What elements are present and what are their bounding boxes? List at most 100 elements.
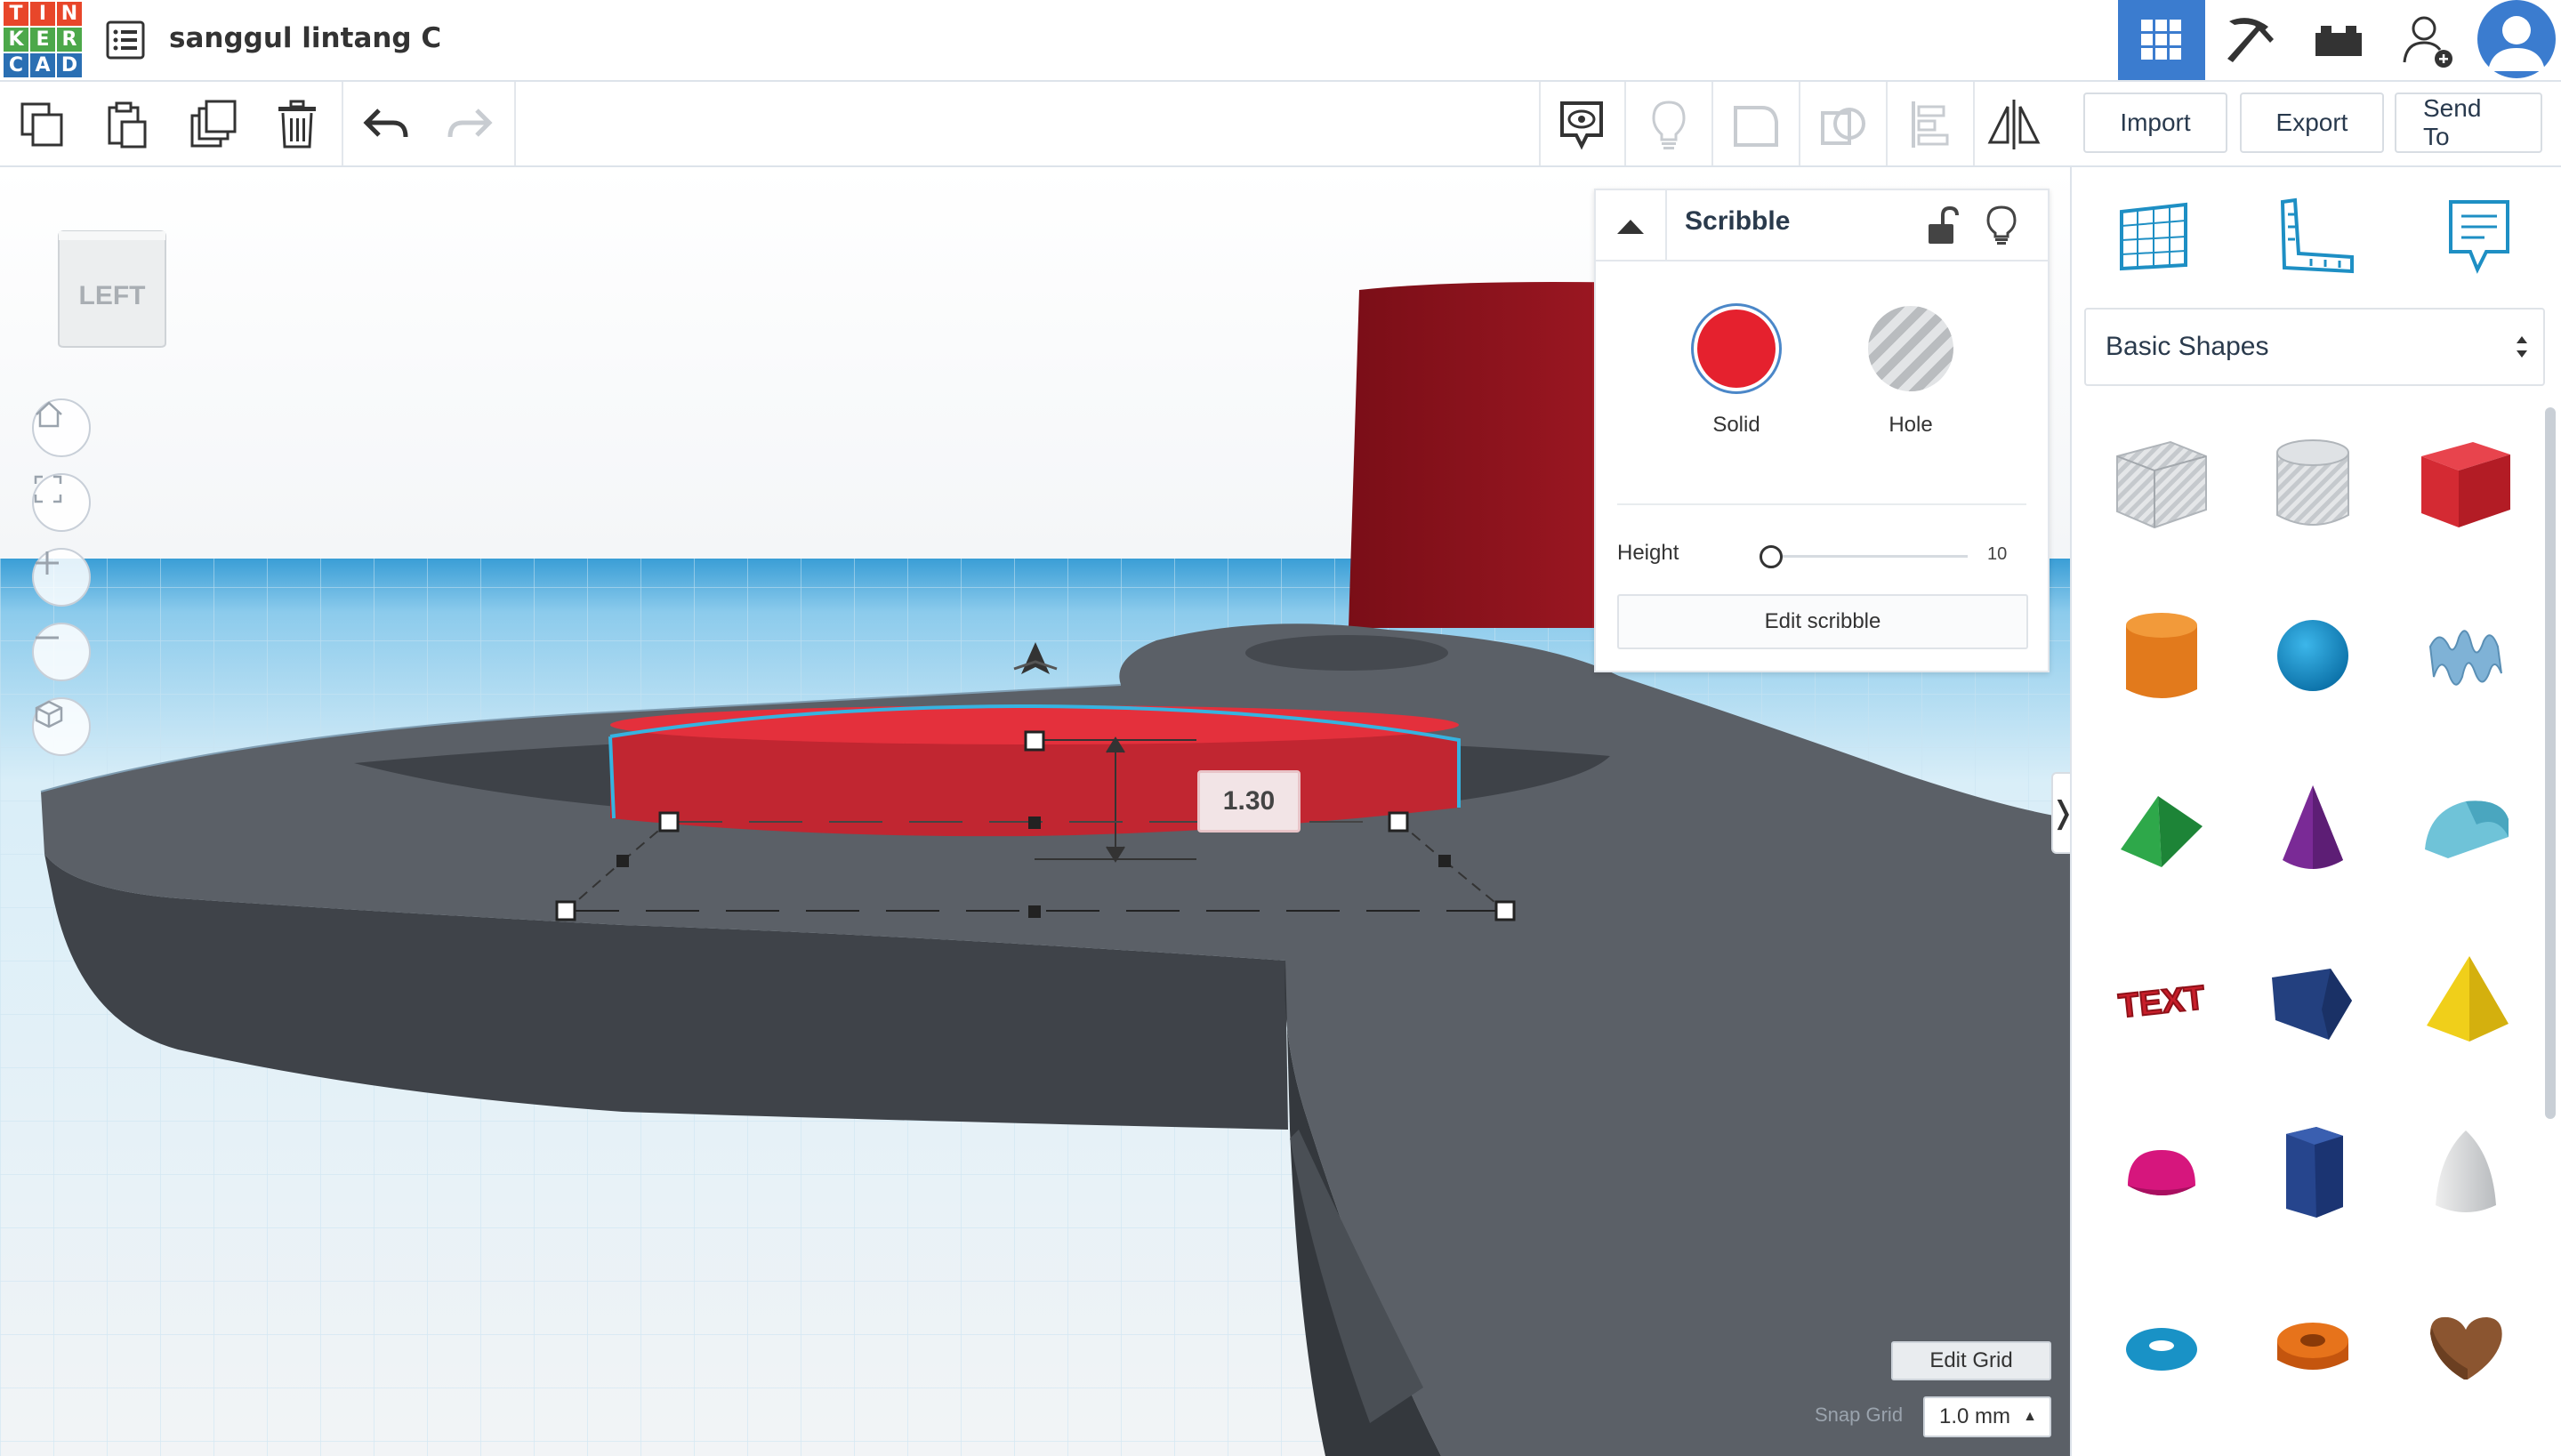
bricks-button[interactable] bbox=[2294, 0, 2383, 80]
shapes-scrollbar[interactable] bbox=[2545, 407, 2556, 1119]
snap-grid-label: Snap Grid bbox=[1815, 1404, 1904, 1426]
invite-user-button[interactable] bbox=[2387, 0, 2470, 80]
edge-handle[interactable] bbox=[1438, 855, 1451, 867]
logo-letter: R bbox=[57, 28, 82, 52]
fit-view-button[interactable] bbox=[32, 473, 91, 532]
edge-handle[interactable] bbox=[616, 855, 629, 867]
visibility-button[interactable] bbox=[1984, 205, 2019, 245]
cylinder-shape[interactable] bbox=[2095, 589, 2228, 722]
sphere-icon bbox=[2277, 620, 2348, 691]
shape-library-select[interactable]: Basic Shapes bbox=[2084, 308, 2545, 386]
paraboloid-icon bbox=[2436, 1130, 2496, 1212]
toolbar-divider bbox=[342, 82, 343, 165]
undo-icon bbox=[363, 109, 408, 138]
toolbar-divider bbox=[1539, 82, 1541, 165]
inspector-collapse-button[interactable] bbox=[1596, 190, 1667, 261]
home-view-button[interactable] bbox=[32, 398, 91, 457]
send-to-button[interactable]: Send To bbox=[2395, 93, 2542, 153]
ruler-tab[interactable] bbox=[2275, 194, 2360, 279]
height-dimension-input[interactable]: 1.30 bbox=[1197, 770, 1301, 833]
solid-label: Solid bbox=[1712, 413, 1760, 437]
avatar bbox=[2477, 0, 2556, 78]
paste-button[interactable] bbox=[96, 94, 157, 155]
minecraft-button[interactable] bbox=[2205, 0, 2294, 80]
paraboloid-shape[interactable] bbox=[2399, 1106, 2533, 1240]
zoom-in-icon bbox=[36, 551, 59, 575]
lock-button[interactable] bbox=[1925, 205, 1961, 245]
logo-letter: T bbox=[4, 2, 28, 26]
sphere-shape[interactable] bbox=[2246, 589, 2380, 722]
box-icon bbox=[2421, 442, 2510, 527]
copy-button[interactable] bbox=[12, 94, 73, 155]
scribble-shape[interactable] bbox=[2399, 589, 2533, 722]
user-avatar-button[interactable] bbox=[2472, 0, 2561, 80]
snap-grid-value: 1.0 mm bbox=[1939, 1404, 2011, 1428]
mirror-button[interactable] bbox=[1984, 94, 2044, 155]
box-hole-shape[interactable] bbox=[2095, 416, 2228, 550]
roof-icon bbox=[2121, 796, 2203, 867]
inspector-divider bbox=[1617, 503, 2026, 505]
export-button[interactable]: Export bbox=[2240, 93, 2384, 153]
show-all-button[interactable] bbox=[1639, 94, 1699, 155]
box-shape[interactable] bbox=[2399, 416, 2533, 550]
cone-shape[interactable] bbox=[2246, 761, 2380, 895]
hexagonal-prism-icon bbox=[2286, 1127, 2343, 1218]
zoom-in-button[interactable] bbox=[32, 548, 91, 607]
notes-tab[interactable] bbox=[2436, 194, 2522, 279]
zoom-out-button[interactable] bbox=[32, 623, 91, 681]
tinkercad-logo[interactable]: TIN KER CAD bbox=[4, 2, 82, 77]
height-slider-knob[interactable] bbox=[1760, 545, 1783, 568]
grid-view-button[interactable] bbox=[2118, 0, 2205, 80]
view-cube-face-label: LEFT bbox=[79, 281, 146, 310]
cone-icon bbox=[2283, 785, 2343, 869]
corner-handle[interactable] bbox=[1494, 900, 1516, 921]
chevron-up-icon bbox=[1617, 220, 1644, 234]
snap-grid-select[interactable]: 1.0 mm ▲ bbox=[1923, 1396, 2051, 1437]
edge-handle[interactable] bbox=[1028, 905, 1041, 918]
perspective-toggle-button[interactable] bbox=[32, 697, 91, 756]
corner-handle[interactable] bbox=[658, 811, 680, 833]
height-slider-track[interactable] bbox=[1767, 555, 1968, 558]
half-sphere-shape[interactable] bbox=[2095, 1106, 2228, 1240]
import-button[interactable]: Import bbox=[2083, 93, 2227, 153]
tube-icon bbox=[2277, 1323, 2348, 1370]
document-title[interactable]: sanggul lintang C bbox=[169, 18, 441, 59]
redo-button[interactable] bbox=[439, 94, 500, 155]
hexagonal-prism-shape[interactable] bbox=[2246, 1106, 2380, 1240]
edit-grid-button[interactable]: Edit Grid bbox=[1891, 1341, 2051, 1380]
design-list-icon[interactable] bbox=[105, 20, 146, 60]
pyramid-shape[interactable] bbox=[2399, 934, 2533, 1067]
torus-shape[interactable] bbox=[2095, 1279, 2228, 1412]
edge-handle[interactable] bbox=[1028, 816, 1041, 829]
solid-color-swatch[interactable] bbox=[1694, 306, 1779, 391]
duplicate-button[interactable] bbox=[183, 94, 244, 155]
round-roof-shape[interactable] bbox=[2399, 761, 2533, 895]
cylinder-hole-shape[interactable] bbox=[2246, 416, 2380, 550]
lock-open-icon bbox=[1929, 205, 1959, 244]
box-hole-icon bbox=[2116, 440, 2207, 529]
undo-button[interactable] bbox=[356, 94, 416, 155]
roof-shape[interactable] bbox=[2095, 761, 2228, 895]
corner-handle[interactable] bbox=[555, 900, 576, 921]
workplane-tab[interactable] bbox=[2111, 194, 2196, 279]
top-height-handle[interactable] bbox=[1024, 730, 1045, 752]
group-button[interactable] bbox=[1726, 94, 1786, 155]
view-cube[interactable]: LEFT bbox=[55, 228, 169, 350]
delete-button[interactable] bbox=[267, 94, 327, 155]
corner-handle[interactable] bbox=[1388, 811, 1409, 833]
tube-shape[interactable] bbox=[2246, 1279, 2380, 1412]
align-button[interactable] bbox=[1900, 94, 1961, 155]
notes-icon bbox=[2449, 200, 2509, 274]
notes-toggle-button[interactable] bbox=[1551, 94, 1612, 155]
logo-letter: N bbox=[57, 2, 82, 26]
bulb-icon bbox=[1986, 205, 2017, 245]
heart-shape[interactable] bbox=[2399, 1279, 2533, 1412]
ungroup-button[interactable] bbox=[1813, 94, 1873, 155]
add-user-icon bbox=[2403, 16, 2452, 68]
select-arrows-icon bbox=[2517, 336, 2527, 358]
text-shape[interactable]: TEXT bbox=[2095, 934, 2228, 1067]
edit-scribble-button[interactable]: Edit scribble bbox=[1617, 594, 2028, 649]
hole-swatch[interactable] bbox=[1868, 306, 1953, 391]
polygon-shape[interactable] bbox=[2246, 934, 2380, 1067]
inspector-header: Scribble bbox=[1596, 190, 2048, 261]
